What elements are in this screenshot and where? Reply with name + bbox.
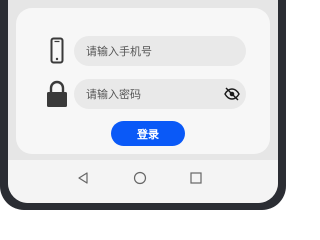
login-button[interactable]: 登录 [111, 121, 185, 146]
phone-row [44, 36, 250, 66]
phone-icon [44, 36, 70, 66]
phone-frame: 登录 [0, 0, 286, 210]
phone-number-input[interactable] [74, 36, 246, 66]
password-input[interactable] [74, 79, 246, 109]
phone-screen: 登录 [8, 0, 278, 203]
triangle-back-icon[interactable] [73, 168, 93, 188]
screen: 登录 [0, 0, 286, 210]
login-card: 登录 [16, 8, 270, 154]
lock-icon [44, 79, 70, 109]
square-recents-icon[interactable] [186, 168, 206, 188]
password-row [44, 79, 250, 109]
circle-home-icon[interactable] [130, 168, 150, 188]
eye-off-icon[interactable] [224, 86, 240, 102]
system-nav-bar [8, 160, 278, 203]
